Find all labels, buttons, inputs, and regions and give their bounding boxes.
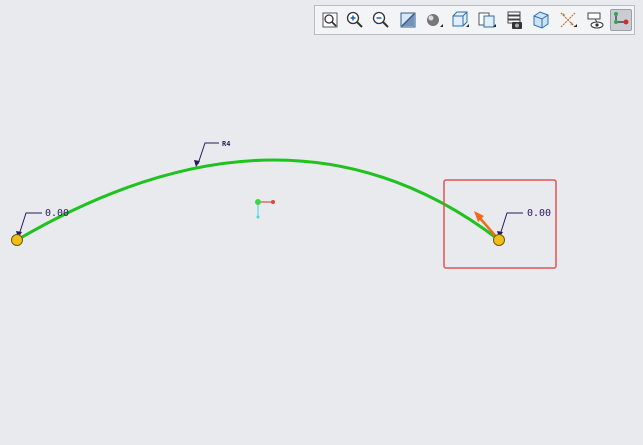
left-dimension-label: 0.00 <box>45 208 69 219</box>
sketch-canvas[interactable]: R4 0.00 0.00 <box>0 0 643 445</box>
left-dimension[interactable]: 0.00 <box>16 208 69 238</box>
selection-highlight-box <box>443 179 557 269</box>
right-dimension-label: 0.00 <box>527 208 551 219</box>
radius-dimension-label: R4 <box>222 140 230 148</box>
right-endpoint[interactable] <box>493 234 505 246</box>
right-dimension[interactable]: 0.00 <box>497 208 551 238</box>
sketch-origin <box>255 199 275 219</box>
left-endpoint[interactable] <box>11 234 23 246</box>
